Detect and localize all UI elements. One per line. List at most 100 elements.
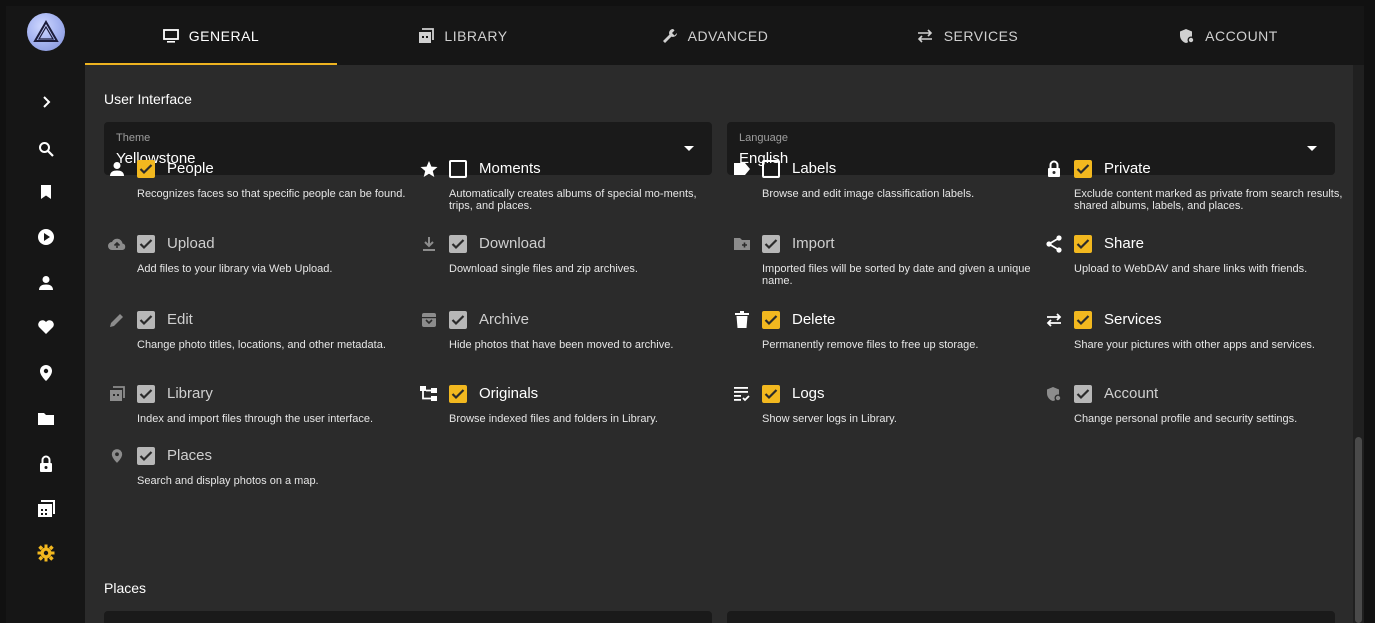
sidebar-item-folders[interactable] <box>6 403 85 435</box>
download-icon <box>418 233 440 255</box>
settings-icon <box>37 544 54 562</box>
feature-moments: Moments Automatically creates albums of s… <box>418 158 718 228</box>
language-label: Language <box>739 132 788 144</box>
feature-delete: Delete Permanently remove files to free u… <box>731 309 1031 379</box>
sidebar-item-videos[interactable] <box>6 221 85 253</box>
sidebar-item-favorites[interactable] <box>6 311 85 343</box>
feature-description: Search and display photos on a map. <box>137 475 319 487</box>
feature-description: Browse indexed files and folders in Libr… <box>449 413 658 425</box>
chevron-down-icon <box>684 146 694 151</box>
lock-icon <box>39 455 52 472</box>
tab-services[interactable]: SERVICES <box>841 6 1093 65</box>
feature-checkbox[interactable] <box>1074 385 1092 403</box>
tab-general[interactable]: GENERAL <box>85 6 337 65</box>
feature-label[interactable]: Originals <box>479 385 538 402</box>
places-select-left[interactable] <box>104 611 712 623</box>
feature-checkbox[interactable] <box>1074 311 1092 329</box>
shield-account-icon <box>1180 28 1195 43</box>
feature-description: Permanently remove files to free up stor… <box>762 339 979 351</box>
feature-checkbox[interactable] <box>137 385 155 403</box>
feature-label[interactable]: Library <box>167 385 213 402</box>
feature-people: People Recognizes faces so that specific … <box>106 158 406 228</box>
feature-checkbox[interactable] <box>137 235 155 253</box>
scrollbar-thumb[interactable] <box>1355 437 1362 623</box>
feature-label[interactable]: Places <box>167 447 212 464</box>
shield-account-icon <box>1043 383 1065 405</box>
feature-checkbox[interactable] <box>1074 235 1092 253</box>
sidebar-item-private[interactable] <box>6 448 85 480</box>
sidebar-item-settings[interactable] <box>6 537 85 569</box>
tab-library[interactable]: LIBRARY <box>337 6 589 65</box>
heart-icon <box>37 320 54 334</box>
feature-label[interactable]: Account <box>1104 385 1158 402</box>
feature-label[interactable]: Delete <box>792 311 835 328</box>
sidebar-item-people[interactable] <box>6 267 85 299</box>
monitor-icon <box>162 28 179 43</box>
file-tree-icon <box>418 383 440 405</box>
feature-label[interactable]: Edit <box>167 311 193 328</box>
feature-description: Automatically creates albums of special … <box>449 188 697 212</box>
feature-label[interactable]: People <box>167 160 214 177</box>
pencil-icon <box>106 309 128 331</box>
feature-label[interactable]: Share <box>1104 235 1144 252</box>
feature-label[interactable]: Archive <box>479 311 529 328</box>
feature-label[interactable]: Import <box>792 235 835 252</box>
feature-checkbox[interactable] <box>137 311 155 329</box>
feature-checkbox[interactable] <box>449 160 467 178</box>
feature-edit: Edit Change photo titles, locations, and … <box>106 309 406 379</box>
tab-label: ADVANCED <box>687 27 769 44</box>
feature-checkbox[interactable] <box>762 235 780 253</box>
feature-checkbox[interactable] <box>449 385 467 403</box>
bookmark-icon <box>40 185 51 199</box>
feature-description: Download single files and zip archives. <box>449 263 638 275</box>
places-select-right[interactable] <box>727 611 1335 623</box>
folder-import-icon <box>731 233 753 255</box>
search-icon <box>38 142 54 157</box>
photo-library-icon <box>106 383 128 405</box>
feature-description: Imported files will be sorted by date an… <box>762 263 1031 287</box>
chevron-down-icon <box>1307 146 1317 151</box>
scrollbar[interactable] <box>1353 65 1364 623</box>
feature-description: Add files to your library via Web Upload… <box>137 263 333 275</box>
feature-logs: Logs Show server logs in Library. <box>731 383 1031 453</box>
sidebar-item-albums[interactable] <box>6 176 85 208</box>
feature-description: Change personal profile and security set… <box>1074 413 1298 425</box>
feature-checkbox[interactable] <box>762 311 780 329</box>
feature-checkbox[interactable] <box>137 160 155 178</box>
cloud-upload-icon <box>106 233 128 255</box>
feature-label[interactable]: Private <box>1104 160 1151 177</box>
feature-label[interactable]: Services <box>1104 311 1162 328</box>
feature-label[interactable]: Moments <box>479 160 541 177</box>
tab-account[interactable]: ACCOUNT <box>1093 6 1364 65</box>
person-icon <box>106 158 128 180</box>
app-logo[interactable] <box>27 13 65 51</box>
settings-panel: User Interface Theme Yellowstone Languag… <box>85 65 1353 623</box>
feature-checkbox[interactable] <box>137 447 155 465</box>
feature-label[interactable]: Download <box>479 235 546 252</box>
sidebar-item-library[interactable] <box>6 493 85 525</box>
folder-icon <box>37 413 54 425</box>
feature-checkbox[interactable] <box>762 160 780 178</box>
star-icon <box>418 158 440 180</box>
logs-icon <box>731 383 753 405</box>
feature-labels: Labels Browse and edit image classificati… <box>731 158 1031 228</box>
tab-advanced[interactable]: ADVANCED <box>589 6 841 65</box>
tab-label: SERVICES <box>943 27 1019 44</box>
feature-label[interactable]: Labels <box>792 160 836 177</box>
sidebar-item-search[interactable] <box>6 133 85 165</box>
feature-account: Account Change personal profile and secur… <box>1043 383 1343 453</box>
feature-label[interactable]: Upload <box>167 235 215 252</box>
sidebar-expand-button[interactable] <box>6 86 85 118</box>
theme-label: Theme <box>116 132 151 144</box>
feature-label[interactable]: Logs <box>792 385 825 402</box>
feature-checkbox[interactable] <box>449 235 467 253</box>
logo-triangle-icon <box>33 20 59 42</box>
feature-description: Share your pictures with other apps and … <box>1074 339 1315 351</box>
sidebar-item-places[interactable] <box>6 357 85 389</box>
feature-checkbox[interactable] <box>449 311 467 329</box>
tab-label: LIBRARY <box>444 27 508 44</box>
tab-label: ACCOUNT <box>1205 27 1278 44</box>
feature-checkbox[interactable] <box>762 385 780 403</box>
trash-icon <box>731 309 753 331</box>
feature-checkbox[interactable] <box>1074 160 1092 178</box>
